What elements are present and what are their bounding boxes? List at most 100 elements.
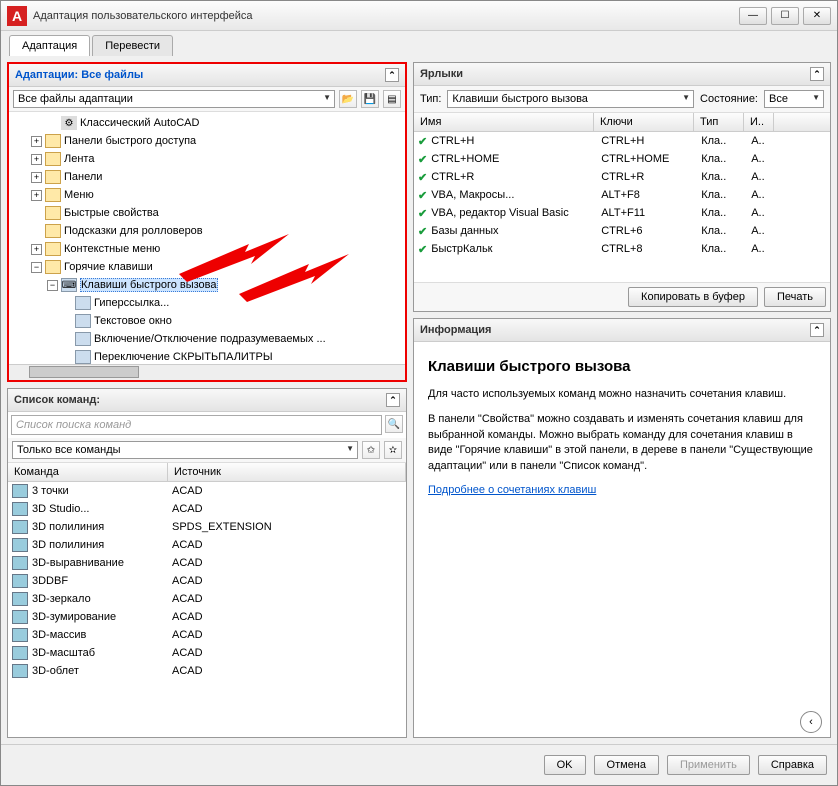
tree-item[interactable]: +Панели быстрого доступа [11,132,403,150]
command-row[interactable]: 3D полилинияACAD [8,536,406,554]
command-icon [12,520,28,534]
commands-title: Список команд: [14,394,100,406]
expand-icon[interactable]: + [31,154,42,165]
command-search-row: Список поиска команд 🔍 [8,412,406,438]
collapse-icon[interactable]: ⌃ [810,67,824,81]
back-nav-button[interactable]: ‹ [800,711,822,733]
shortcut-row[interactable]: ✔Базы данныхCTRL+6Кла..A.. [414,222,830,240]
gear-icon: ⚙ [61,116,77,130]
command-row[interactable]: 3D Studio...ACAD [8,500,406,518]
keyboard-icon: ⌨ [61,278,77,292]
check-icon: ✔ [418,243,427,256]
adaptations-tree[interactable]: ⚙Классический AutoCAD +Панели быстрого д… [9,112,405,364]
folder-icon [45,224,61,238]
commands-list[interactable]: Команда Источник 3 точкиACAD3D Studio...… [8,463,406,737]
tab-translate[interactable]: Перевести [92,35,173,56]
command-row[interactable]: 3D-массивACAD [8,626,406,644]
collapse-icon[interactable]: ⌃ [810,323,824,337]
copy-buffer-button[interactable]: Копировать в буфер [628,287,758,307]
folder-icon [45,206,61,220]
tree-item[interactable]: +Панели [11,168,403,186]
open-icon[interactable]: 📂 [339,90,357,108]
folder-icon [45,260,61,274]
right-column: Ярлыки ⌃ Тип: Клавиши быстрого вызова Со… [413,62,831,738]
tree-item[interactable]: Быстрые свойства [11,204,403,222]
command-row[interactable]: 3 точкиACAD [8,482,406,500]
maximize-button[interactable]: ☐ [771,7,799,25]
save-icon[interactable]: 💾 [361,90,379,108]
command-row[interactable]: 3D полилинияSPDS_EXTENSION [8,518,406,536]
command-row[interactable]: 3D-облетACAD [8,662,406,680]
col-src[interactable]: И.. [744,113,774,131]
col-source[interactable]: Источник [168,463,406,481]
expand-icon[interactable]: + [31,172,42,183]
commands-filter-dropdown[interactable]: Только все команды [12,441,358,459]
shortcut-row[interactable]: ✔CTRL+HCTRL+HКла..A.. [414,132,830,150]
shortcuts-panel: Ярлыки ⌃ Тип: Клавиши быстрого вызова Со… [413,62,831,312]
check-icon: ✔ [418,171,427,184]
shortcut-row[interactable]: ✔VBA, Макросы...ALT+F8Кла..A.. [414,186,830,204]
tree-item-hotkeys[interactable]: −Горячие клавиши [11,258,403,276]
tree-item[interactable]: Гиперссылка... [11,294,403,312]
close-button[interactable]: ✕ [803,7,831,25]
command-row[interactable]: 3D-масштабACAD [8,644,406,662]
tree-item-shortcut-keys[interactable]: −⌨Клавиши быстрого вызова [11,276,403,294]
collapse-icon[interactable]: ⌃ [385,68,399,82]
command-icon [12,556,28,570]
left-column: Адаптации: Все файлы ⌃ Все файлы адаптац… [7,62,407,738]
col-name[interactable]: Имя [414,113,594,131]
search-icon[interactable]: 🔍 [385,415,403,433]
info-para: В панели "Свойства" можно создавать и из… [428,412,816,474]
command-search-input[interactable]: Список поиска команд [11,415,382,435]
command-row[interactable]: 3D-выравниваниеACAD [8,554,406,572]
collapse-icon[interactable]: − [47,280,58,291]
col-keys[interactable]: Ключи [594,113,694,131]
collapse-icon[interactable]: ⌃ [386,393,400,407]
tree-item[interactable]: Подсказки для ролловеров [11,222,403,240]
collapse-icon[interactable]: − [31,262,42,273]
expand-icon[interactable]: + [31,136,42,147]
print-button[interactable]: Печать [764,287,826,307]
tree-item[interactable]: +Меню [11,186,403,204]
window-title: Адаптация пользовательского интерфейса [33,10,739,22]
star-plus-icon[interactable]: ✫ [384,441,402,459]
shortcuts-buttons: Копировать в буфер Печать [414,282,830,311]
window-controls: — ☐ ✕ [739,7,831,25]
col-type[interactable]: Тип [694,113,744,131]
tree-item[interactable]: Включение/Отключение подразумеваемых ... [11,330,403,348]
command-row[interactable]: 3D-зеркалоACAD [8,590,406,608]
horizontal-scrollbar[interactable] [9,364,405,380]
tree-item[interactable]: +Лента [11,150,403,168]
minimize-button[interactable]: — [739,7,767,25]
type-dropdown[interactable]: Клавиши быстрого вызова [447,90,694,108]
tree-item[interactable]: ⚙Классический AutoCAD [11,114,403,132]
col-command[interactable]: Команда [8,463,168,481]
expand-icon[interactable]: + [31,244,42,255]
command-row[interactable]: 3D-зумированиеACAD [8,608,406,626]
shortcut-row[interactable]: ✔БыстрКалькCTRL+8Кла..A.. [414,240,830,258]
state-dropdown[interactable]: Все [764,90,824,108]
cancel-button[interactable]: Отмена [594,755,659,775]
shortcut-row[interactable]: ✔CTRL+HOMECTRL+HOMEКла..A.. [414,150,830,168]
folder-icon [45,134,61,148]
tree-item[interactable]: +Контекстные меню [11,240,403,258]
shortcut-row[interactable]: ✔VBA, редактор Visual BasicALT+F11Кла..A… [414,204,830,222]
shortcut-row[interactable]: ✔CTRL+RCTRL+RКла..A.. [414,168,830,186]
info-link[interactable]: Подробнее о сочетаниях клавиш [428,484,596,496]
star-filter-icon[interactable]: ✩ [362,441,380,459]
help-button[interactable]: Справка [758,755,827,775]
panes-icon[interactable]: ▤ [383,90,401,108]
shortcuts-table[interactable]: Имя Ключи Тип И.. ✔CTRL+HCTRL+HКла..A..✔… [414,113,830,282]
apply-button[interactable]: Применить [667,755,750,775]
content-area: Адаптации: Все файлы ⌃ Все файлы адаптац… [1,56,837,744]
tree-item[interactable]: Текстовое окно [11,312,403,330]
adaptations-title: Адаптации: Все файлы [15,69,143,81]
adaptation-files-dropdown[interactable]: Все файлы адаптации [13,90,335,108]
command-icon [12,538,28,552]
info-para: Для часто используемых команд можно назн… [428,387,816,402]
tab-adaptation[interactable]: Адаптация [9,35,90,56]
tree-item[interactable]: Переключение СКРЫТЬПАЛИТРЫ [11,348,403,364]
ok-button[interactable]: OK [544,755,586,775]
expand-icon[interactable]: + [31,190,42,201]
command-row[interactable]: 3DDBFACAD [8,572,406,590]
